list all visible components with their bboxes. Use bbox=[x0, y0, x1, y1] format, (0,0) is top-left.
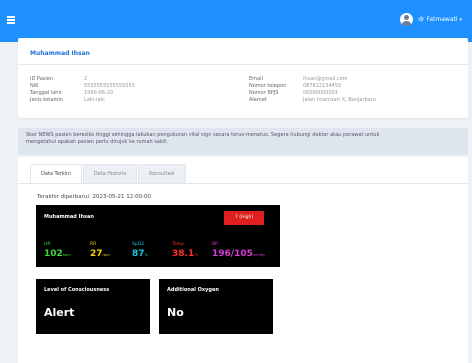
hr-label: HR bbox=[44, 242, 51, 247]
spo2-value: 87% bbox=[132, 249, 148, 261]
rr-number: 27 bbox=[90, 249, 103, 259]
oxygen-title: Additional Oxygen bbox=[167, 287, 219, 293]
tab-consultation[interactable]: Konsultasi bbox=[138, 164, 186, 183]
user-menu[interactable]: dr Fatmawati ▾ bbox=[400, 13, 462, 26]
field-label: Tanggal lahir bbox=[30, 90, 62, 96]
tab-historical-data[interactable]: Data Historis bbox=[82, 164, 138, 183]
spo2-number: 87 bbox=[132, 249, 145, 259]
field-phone: Nomor telepon 087812134455 bbox=[249, 83, 341, 90]
bp-unit: mmHg bbox=[252, 253, 265, 257]
rr-unit: rpm bbox=[102, 253, 110, 257]
rr-label: RR bbox=[90, 242, 97, 247]
spo2-unit: % bbox=[144, 253, 148, 257]
temp-unit: °C bbox=[194, 253, 199, 257]
field-value: 1990-06-29 bbox=[84, 90, 114, 96]
field-label: Nomor BPJS bbox=[249, 90, 279, 96]
consciousness-value: Alert bbox=[44, 306, 75, 319]
field-patient-id: ID Pasien 2 bbox=[30, 76, 87, 83]
field-label: Nomor telepon bbox=[249, 83, 287, 89]
field-value: 087812134455 bbox=[303, 83, 342, 89]
last-updated: Terakhir diperbarui: 2023-05-21 12:00:00 bbox=[37, 194, 151, 200]
field-value: 5555555555555555 bbox=[84, 83, 135, 89]
hr-value: 102bpm bbox=[44, 249, 71, 261]
field-value: Laki-laki bbox=[84, 97, 105, 103]
temp-value: 38.1°C bbox=[172, 249, 198, 261]
oxygen-card: Additional Oxygen No bbox=[159, 279, 273, 334]
field-address: Alamat Jalan Imamsari X, Banjarbaru bbox=[249, 97, 376, 104]
consciousness-title: Level of Consciousness bbox=[44, 287, 110, 293]
oxygen-value: No bbox=[167, 306, 184, 319]
tab-bar: Data Terkini Data Historis Konsultasi bbox=[30, 164, 187, 183]
hamburger-menu-icon[interactable] bbox=[7, 16, 15, 24]
spo2-label: SpO2 bbox=[132, 242, 145, 247]
patient-info-card: Muhammad Ihsan ID Pasien 2 NIK 55555555555… bbox=[18, 38, 468, 118]
field-gender: Jenis kelamin Laki-laki bbox=[30, 97, 105, 104]
tab-current-data[interactable]: Data Terkini bbox=[30, 164, 82, 183]
rr-value: 27rpm bbox=[90, 249, 110, 261]
field-bpjs: Nomor BPJS 00000000001 bbox=[249, 90, 338, 97]
vital-signs-monitor: Muhammad Ihsan 7 (High) HR 102bpm RR 27r… bbox=[36, 205, 280, 267]
avatar bbox=[400, 13, 414, 26]
news-alert-banner: Skor NEWS pasien beresiko tinggi sehingg… bbox=[18, 128, 468, 155]
bp-number: 196/105 bbox=[212, 249, 253, 259]
news-score-badge: 7 (High) bbox=[224, 211, 264, 225]
alert-text-line-2: mengetahui apakah pasien perlu dirujuk k… bbox=[26, 139, 168, 145]
user-name: dr Fatmawati bbox=[418, 16, 458, 23]
field-value: Jalan Imamsari X, Banjarbaru bbox=[303, 97, 376, 103]
chevron-down-icon: ▾ bbox=[459, 16, 462, 23]
temp-label: Temp bbox=[172, 242, 184, 247]
field-value: 00000000001 bbox=[303, 90, 338, 96]
bp-value: 196/105mmHg bbox=[212, 249, 265, 261]
field-value: 2 bbox=[84, 76, 88, 82]
hr-unit: bpm bbox=[62, 253, 71, 257]
field-label: ID Pasien bbox=[30, 76, 54, 82]
bp-label: BP bbox=[212, 242, 218, 247]
consciousness-card: Level of Consciousness Alert bbox=[36, 279, 150, 334]
field-email: Email ihsan@gmail.com bbox=[249, 76, 348, 83]
monitor-patient-name: Muhammad Ihsan bbox=[44, 214, 94, 220]
hr-number: 102 bbox=[44, 249, 63, 259]
tab-divider bbox=[18, 183, 468, 184]
field-label: Alamat bbox=[249, 97, 267, 103]
field-nik: NIK 5555555555555555 bbox=[30, 83, 135, 90]
patient-name: Muhammad Ihsan bbox=[30, 50, 90, 57]
field-birthdate: Tanggal lahir 1990-06-29 bbox=[30, 90, 113, 97]
patient-data-panel: Data Terkini Data Historis Konsultasi Te… bbox=[18, 157, 468, 363]
field-label: Email bbox=[249, 76, 263, 82]
field-label: Jenis kelamin bbox=[30, 97, 63, 103]
top-navbar: dr Fatmawati ▾ bbox=[0, 0, 472, 42]
alert-text-line-1: Skor NEWS pasien beresiko tinggi sehingg… bbox=[26, 132, 380, 138]
field-value: ihsan@gmail.com bbox=[303, 76, 348, 82]
field-label: NIK bbox=[30, 83, 39, 89]
temp-number: 38.1 bbox=[172, 249, 195, 259]
divider bbox=[18, 64, 468, 65]
